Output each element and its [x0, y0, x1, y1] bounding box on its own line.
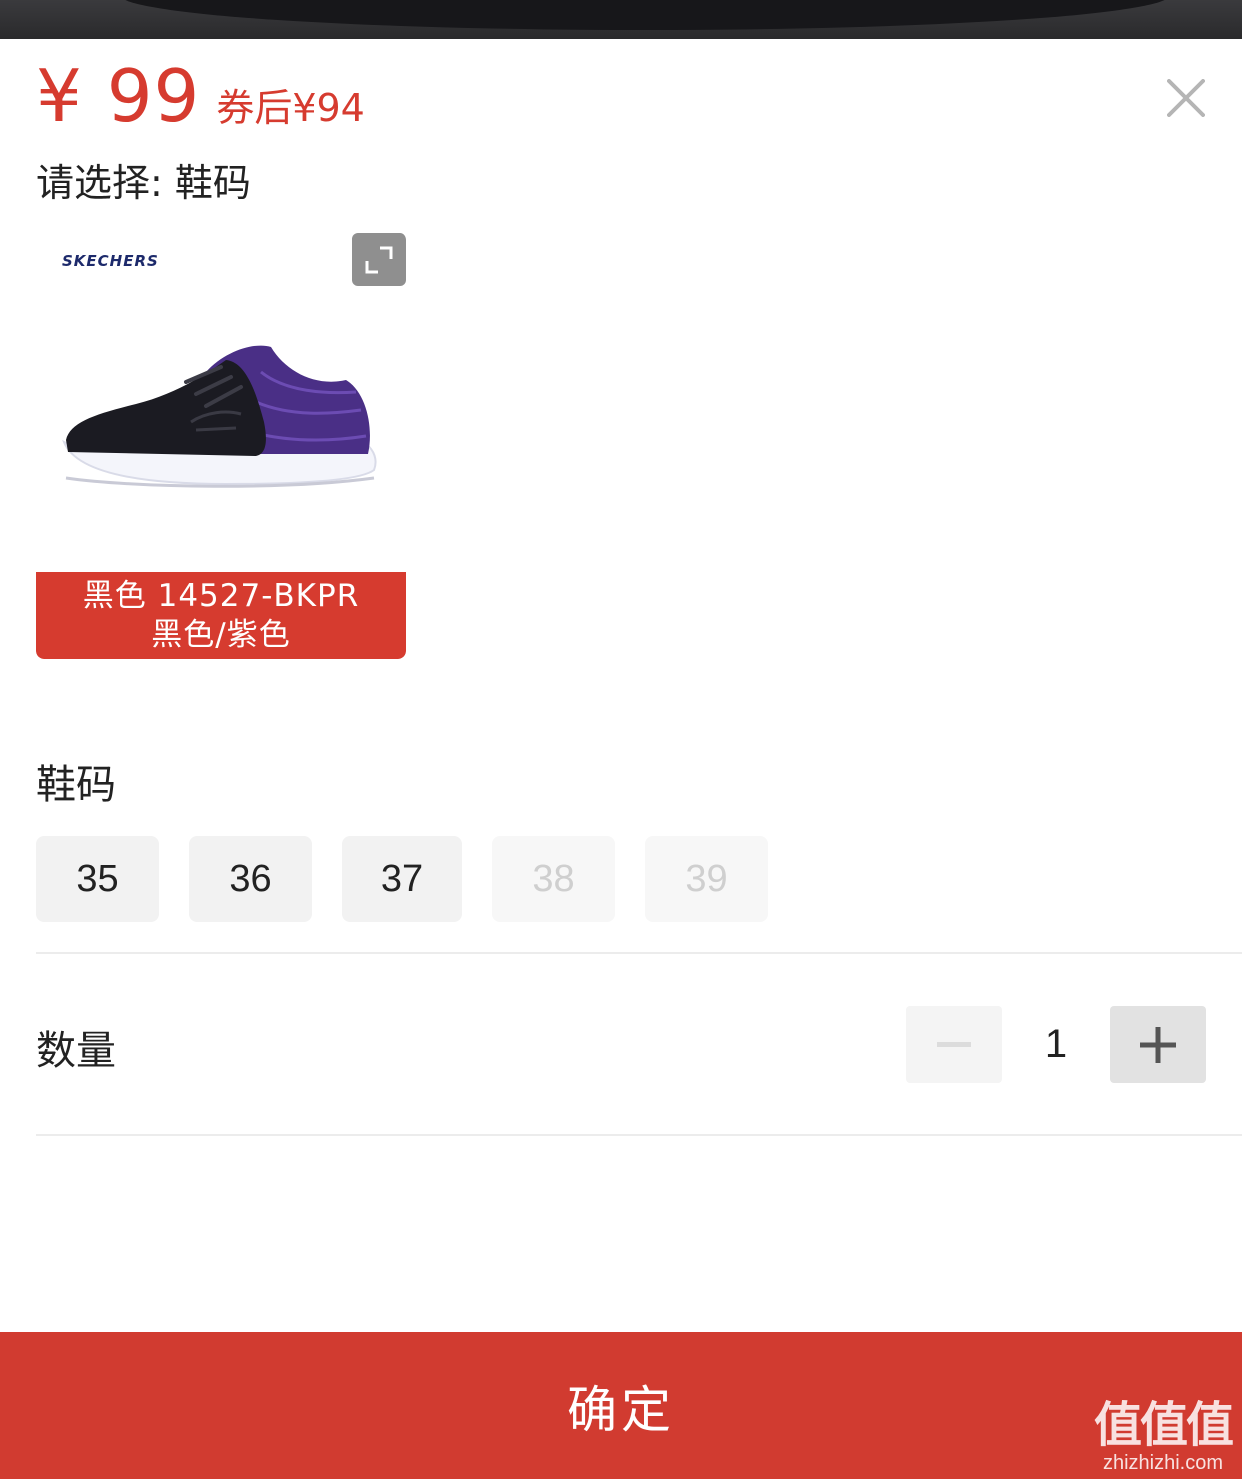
- size-option-39[interactable]: 39: [645, 836, 768, 922]
- watermark-logo: 值值值: [1093, 1397, 1234, 1453]
- watermark: 值值值 zhizhizhi.com: [1093, 1397, 1234, 1474]
- sku-label-line2: 黑色/紫色: [151, 616, 291, 653]
- size-option-37[interactable]: 37: [342, 836, 462, 922]
- size-section-title: 鞋码: [36, 762, 116, 808]
- coupon-price: 券后¥94: [216, 86, 365, 130]
- size-option-36[interactable]: 36: [189, 836, 312, 922]
- confirm-button-label: 确定: [567, 1380, 675, 1439]
- sku-label: 黑色 14527-BKPR 黑色/紫色: [36, 572, 406, 659]
- quantity-increase-button[interactable]: [1110, 1006, 1206, 1083]
- plus-icon: [1140, 1026, 1176, 1063]
- sku-option-black-purple[interactable]: SKECHERS 黑色 14527-BKPR 黑色/紫色: [36, 232, 406, 659]
- selection-hint: 请选择: 鞋码: [36, 161, 251, 205]
- close-icon: [1167, 79, 1205, 117]
- price: ¥ 99: [36, 54, 201, 138]
- quantity-value[interactable]: 1: [1002, 1006, 1110, 1083]
- minus-icon: [937, 1041, 971, 1047]
- brand-logo: SKECHERS: [62, 252, 159, 270]
- expand-image-button[interactable]: [352, 233, 406, 286]
- product-image-background: [0, 0, 1242, 39]
- product-image-edge: [120, 0, 1170, 30]
- expand-icon: [365, 246, 393, 273]
- quantity-decrease-button[interactable]: [906, 1006, 1002, 1083]
- sku-label-line1: 黑色 14527-BKPR: [82, 577, 360, 614]
- size-option-38[interactable]: 38: [492, 836, 615, 922]
- quantity-section-title: 数量: [36, 1028, 116, 1074]
- watermark-url: zhizhizhi.com: [1102, 1452, 1224, 1474]
- divider: [36, 1134, 1242, 1136]
- product-thumbnail: [62, 345, 377, 488]
- divider: [36, 952, 1242, 954]
- price-row: ¥ 99 券后¥94: [36, 60, 365, 132]
- confirm-button[interactable]: 确定: [0, 1332, 1242, 1479]
- close-button[interactable]: [1160, 72, 1212, 124]
- size-option-35[interactable]: 35: [36, 836, 159, 922]
